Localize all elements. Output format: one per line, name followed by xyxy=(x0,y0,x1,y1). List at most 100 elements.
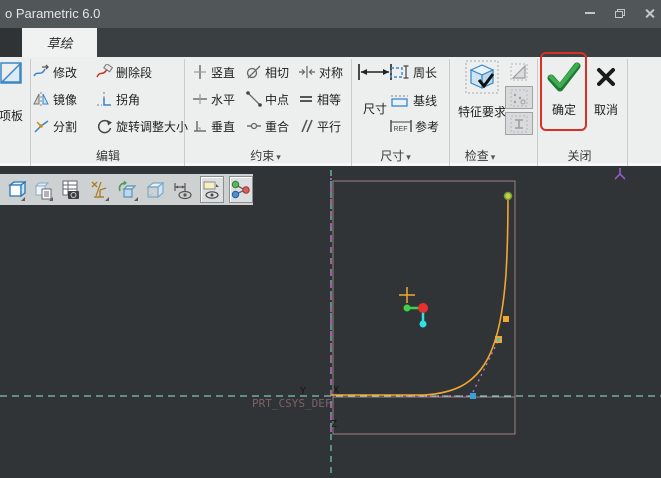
tab-sketch[interactable]: 草绘 xyxy=(22,28,97,57)
parallel-constraint-button[interactable]: 平行 xyxy=(298,117,341,135)
csys-origin-handle[interactable] xyxy=(418,303,428,313)
equal-constraint-icon xyxy=(300,96,312,102)
group-label-constraints[interactable]: 约束 ▾ xyxy=(188,147,343,164)
cancel-label: 取消 xyxy=(593,103,618,117)
corner-button[interactable]: 拐角 xyxy=(96,90,140,108)
divide-button[interactable]: 分割 xyxy=(33,117,77,135)
spline-endpoint[interactable] xyxy=(503,191,513,201)
ok-button[interactable]: 确定 xyxy=(545,62,583,118)
selection-cross-icon xyxy=(399,287,415,303)
divide-icon xyxy=(34,120,49,133)
palette-label: 项板 xyxy=(0,109,23,123)
rotate-resize-button[interactable]: 旋转调整大小 xyxy=(96,117,188,135)
perpendicular-constraint-button[interactable]: 垂直 xyxy=(192,117,235,135)
view-manager-button[interactable] xyxy=(59,178,82,202)
inspect-dropdown-icon: ▾ xyxy=(490,152,496,162)
parallel-constraint-icon xyxy=(301,119,313,133)
midpoint-label: 中点 xyxy=(265,92,290,107)
symmetric-constraint-button[interactable]: 对称 xyxy=(298,63,343,81)
constraints-dropdown-icon: ▾ xyxy=(276,152,281,162)
display-style-icon xyxy=(146,181,165,198)
restore-icon xyxy=(615,8,625,18)
csys-name-label[interactable]: PRT_CSYS_DEF xyxy=(252,397,331,410)
axis-label-x: X xyxy=(333,385,339,396)
rotate-resize-icon xyxy=(97,119,112,134)
sketch-canvas[interactable]: Y X Z PRT_CSYS_DEF xyxy=(0,166,661,478)
window-title: o Parametric 6.0 xyxy=(5,6,101,21)
csys-y-handle[interactable] xyxy=(419,320,427,328)
midpoint-constraint-button[interactable]: 中点 xyxy=(246,90,289,108)
parallel-label: 平行 xyxy=(317,119,342,134)
cancel-x-icon xyxy=(597,68,615,86)
tangent-constraint-button[interactable]: 相切 xyxy=(246,63,289,81)
sketch-spline[interactable] xyxy=(331,195,509,396)
axis-label-y: Y xyxy=(300,386,306,397)
restore-button[interactable] xyxy=(608,0,632,26)
dimension-button[interactable]: 尺寸 xyxy=(356,63,394,117)
palette-button[interactable]: 项板 xyxy=(0,61,28,124)
sketch-display-filters-button[interactable] xyxy=(199,176,224,203)
feature-requirements-button[interactable]: 特征要求 xyxy=(455,60,509,120)
refit-button[interactable] xyxy=(3,178,26,202)
spline-axis-point[interactable] xyxy=(470,393,476,399)
vertical-label: 竖直 xyxy=(211,65,236,80)
symmetric-label: 对称 xyxy=(319,65,344,80)
corner-label: 拐角 xyxy=(116,92,141,107)
shade-closed-loops-button xyxy=(505,60,533,83)
reference-dimension-button[interactable]: REF 参考 xyxy=(390,117,439,135)
tangent-label: 相切 xyxy=(265,65,290,80)
minimize-button[interactable] xyxy=(578,0,602,26)
minimize-icon xyxy=(585,12,595,14)
saved-orientations-button[interactable] xyxy=(31,178,54,202)
tangent-constraint-icon xyxy=(246,65,261,79)
dimension-icon xyxy=(358,64,392,80)
cancel-button[interactable]: 取消 xyxy=(590,66,622,118)
tangent-construction-diagonal xyxy=(472,338,500,393)
axis-label-z: Z xyxy=(331,419,337,430)
csys-x-handle[interactable] xyxy=(403,304,411,312)
datum-display-button[interactable] xyxy=(87,178,110,202)
display-style-button[interactable] xyxy=(144,178,167,202)
dropdown-corner-icon xyxy=(133,196,138,201)
coincident-constraint-icon xyxy=(247,122,261,130)
baseline-button[interactable]: 基线 xyxy=(390,91,437,109)
reference-dimension-icon: REF xyxy=(390,120,412,133)
group-label-edit: 编辑 xyxy=(95,149,120,163)
feature-requirements-label: 特征要求 xyxy=(457,105,506,119)
modify-button[interactable]: 修改 xyxy=(33,63,77,81)
equal-constraint-button[interactable]: 相等 xyxy=(298,90,341,108)
overlapping-geometry-button[interactable] xyxy=(505,86,533,109)
mirror-button[interactable]: 镜像 xyxy=(33,90,77,108)
svg-text:REF: REF xyxy=(394,126,408,133)
highlight-open-ends-button[interactable] xyxy=(505,112,533,135)
graphics-toolbar xyxy=(0,174,254,205)
palette-icon xyxy=(0,62,22,84)
perpendicular-constraint-icon xyxy=(194,121,206,132)
modify-label: 修改 xyxy=(53,65,78,80)
delete-segment-button[interactable]: 删除段 xyxy=(96,63,152,81)
symmetric-constraint-icon xyxy=(299,66,315,78)
perimeter-label: 周长 xyxy=(413,65,438,80)
creo-parametric-window: o Parametric 6.0 草绘 ▾ ? xyxy=(0,0,661,478)
mirror-icon xyxy=(33,92,49,106)
spline-point[interactable] xyxy=(503,316,509,322)
dropdown-corner-icon xyxy=(49,196,54,201)
spline-point-selected-center xyxy=(497,338,500,341)
delete-segment-icon xyxy=(96,64,113,78)
shade-closed-loops-icon xyxy=(510,63,528,80)
coincident-constraint-button[interactable]: 重合 xyxy=(246,117,289,135)
corner-icon xyxy=(97,92,111,106)
annotation-display-button[interactable] xyxy=(172,178,195,202)
perimeter-button[interactable]: 周长 xyxy=(390,63,437,81)
group-label-dimension[interactable]: 尺寸 ▾ xyxy=(353,147,438,164)
rotate-resize-label: 旋转调整大小 xyxy=(116,119,189,134)
datum-marker-icon[interactable] xyxy=(614,168,626,180)
close-window-button[interactable] xyxy=(637,0,661,26)
horizontal-constraint-button[interactable]: 水平 xyxy=(192,90,235,108)
dimension-label: 尺寸 xyxy=(362,102,387,116)
vertical-constraint-button[interactable]: 竖直 xyxy=(192,63,235,81)
perimeter-icon xyxy=(390,64,409,79)
datum-display-filters-button[interactable] xyxy=(228,176,254,203)
group-label-inspect[interactable]: 检查 ▾ xyxy=(450,147,510,164)
reorient-button[interactable] xyxy=(115,178,138,202)
